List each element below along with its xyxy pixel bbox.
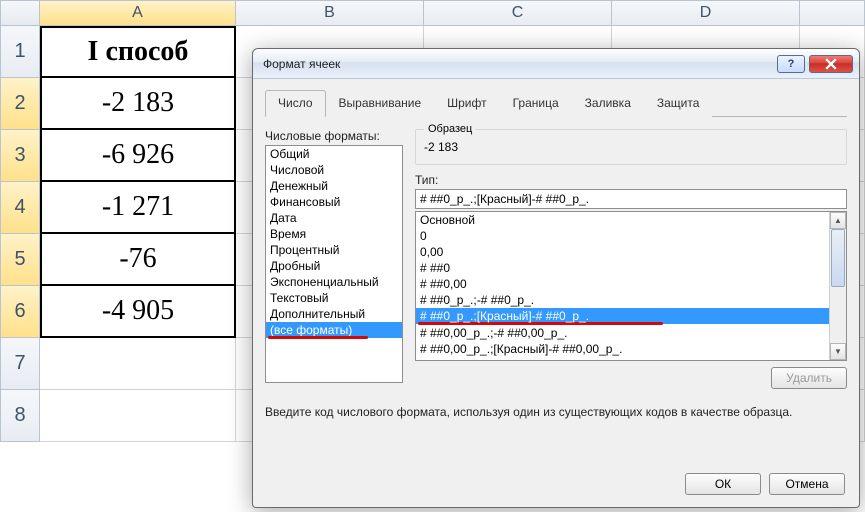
cell-A4[interactable]: -1 271 bbox=[40, 182, 236, 234]
type-label: Тип: bbox=[415, 173, 847, 187]
tab-protection[interactable]: Защита bbox=[644, 90, 713, 117]
cell-A6[interactable]: -4 905 bbox=[40, 286, 236, 338]
cell-A8[interactable] bbox=[40, 390, 236, 442]
row-header-7[interactable]: 7 bbox=[0, 338, 40, 390]
sample-label: Образец bbox=[424, 123, 476, 135]
list-item[interactable]: 0 bbox=[416, 228, 829, 244]
type-input[interactable] bbox=[415, 189, 847, 209]
col-header-A[interactable]: A bbox=[40, 0, 236, 26]
list-item[interactable]: Числовой bbox=[266, 162, 402, 178]
close-button[interactable] bbox=[809, 55, 853, 73]
scroll-up-icon[interactable]: ▲ bbox=[830, 212, 846, 229]
row-header-4[interactable]: 4 bbox=[0, 182, 40, 234]
type-listbox[interactable]: Основной 0 0,00 # ##0 # ##0,00 # ##0_р_.… bbox=[415, 211, 847, 361]
tab-number[interactable]: Число bbox=[265, 90, 326, 117]
list-item[interactable]: Общий bbox=[266, 146, 402, 162]
list-item[interactable]: 0,00 bbox=[416, 244, 829, 260]
col-header-D[interactable]: D bbox=[612, 0, 800, 26]
list-item[interactable]: Дробный bbox=[266, 258, 402, 274]
list-item[interactable]: Финансовый bbox=[266, 194, 402, 210]
list-item[interactable]: # ##0,00 bbox=[416, 276, 829, 292]
row-header-1[interactable]: 1 bbox=[0, 26, 40, 78]
dialog-tabs: Число Выравнивание Шрифт Граница Заливка… bbox=[265, 89, 847, 117]
cell-A5[interactable]: -76 bbox=[40, 234, 236, 286]
row-header-2[interactable]: 2 bbox=[0, 78, 40, 130]
tab-border[interactable]: Граница bbox=[500, 90, 572, 117]
list-item[interactable]: Процентный bbox=[266, 242, 402, 258]
select-all-corner[interactable] bbox=[0, 0, 40, 26]
list-item[interactable]: # ##0,00_р_.;[Красный]-# ##0,00_р_. bbox=[416, 341, 829, 357]
list-item[interactable]: Денежный bbox=[266, 178, 402, 194]
scroll-down-icon[interactable]: ▼ bbox=[830, 343, 846, 360]
list-item[interactable]: Основной bbox=[416, 212, 829, 228]
row-header-3[interactable]: 3 bbox=[0, 130, 40, 182]
hint-text: Введите код числового формата, используя… bbox=[265, 405, 847, 419]
ok-button[interactable]: ОК bbox=[685, 473, 761, 495]
scroll-track[interactable] bbox=[830, 229, 846, 343]
scroll-thumb[interactable] bbox=[831, 229, 845, 287]
list-item[interactable]: Время bbox=[266, 226, 402, 242]
list-item[interactable]: Экспоненциальный bbox=[266, 274, 402, 290]
tab-fill[interactable]: Заливка bbox=[572, 90, 644, 117]
sample-value: -2 183 bbox=[424, 136, 838, 154]
cell-A7[interactable] bbox=[40, 338, 236, 390]
annotation-underline-icon bbox=[268, 336, 368, 339]
dialog-title: Формат ячеек bbox=[263, 57, 773, 71]
categories-listbox[interactable]: Общий Числовой Денежный Финансовый Дата … bbox=[265, 145, 403, 383]
col-header-E[interactable] bbox=[800, 0, 865, 26]
list-item[interactable]: # ##0р.;-# ##0р. bbox=[416, 357, 829, 360]
cell-A2[interactable]: -2 183 bbox=[40, 78, 236, 130]
list-item[interactable]: Текстовый bbox=[266, 290, 402, 306]
dialog-titlebar[interactable]: Формат ячеек ? bbox=[253, 49, 859, 79]
tab-alignment[interactable]: Выравнивание bbox=[326, 90, 435, 117]
list-item[interactable]: # ##0,00_р_.;-# ##0,00_р_. bbox=[416, 325, 829, 341]
cancel-button[interactable]: Отмена bbox=[769, 473, 845, 495]
cell-A3[interactable]: -6 926 bbox=[40, 130, 236, 182]
help-button[interactable]: ? bbox=[777, 55, 805, 73]
list-item[interactable]: Дополнительный bbox=[266, 306, 402, 322]
format-cells-dialog: Формат ячеек ? Число Выравнивание Шрифт … bbox=[252, 48, 860, 508]
row-header-6[interactable]: 6 bbox=[0, 286, 40, 338]
row-header-8[interactable]: 8 bbox=[0, 390, 40, 442]
list-item[interactable]: # ##0 bbox=[416, 260, 829, 276]
delete-button[interactable]: Удалить bbox=[771, 367, 847, 389]
sample-group: Образец -2 183 bbox=[415, 129, 847, 165]
close-icon bbox=[825, 58, 837, 70]
list-item[interactable]: # ##0_р_.;-# ##0_р_. bbox=[416, 292, 829, 308]
list-item[interactable]: Дата bbox=[266, 210, 402, 226]
categories-label: Числовые форматы: bbox=[265, 129, 403, 143]
col-header-C[interactable]: C bbox=[424, 0, 612, 26]
tab-font[interactable]: Шрифт bbox=[434, 90, 499, 117]
cell-A1[interactable]: I способ bbox=[40, 26, 236, 78]
scrollbar[interactable]: ▲ ▼ bbox=[829, 212, 846, 360]
col-header-B[interactable]: B bbox=[236, 0, 424, 26]
row-header-5[interactable]: 5 bbox=[0, 234, 40, 286]
